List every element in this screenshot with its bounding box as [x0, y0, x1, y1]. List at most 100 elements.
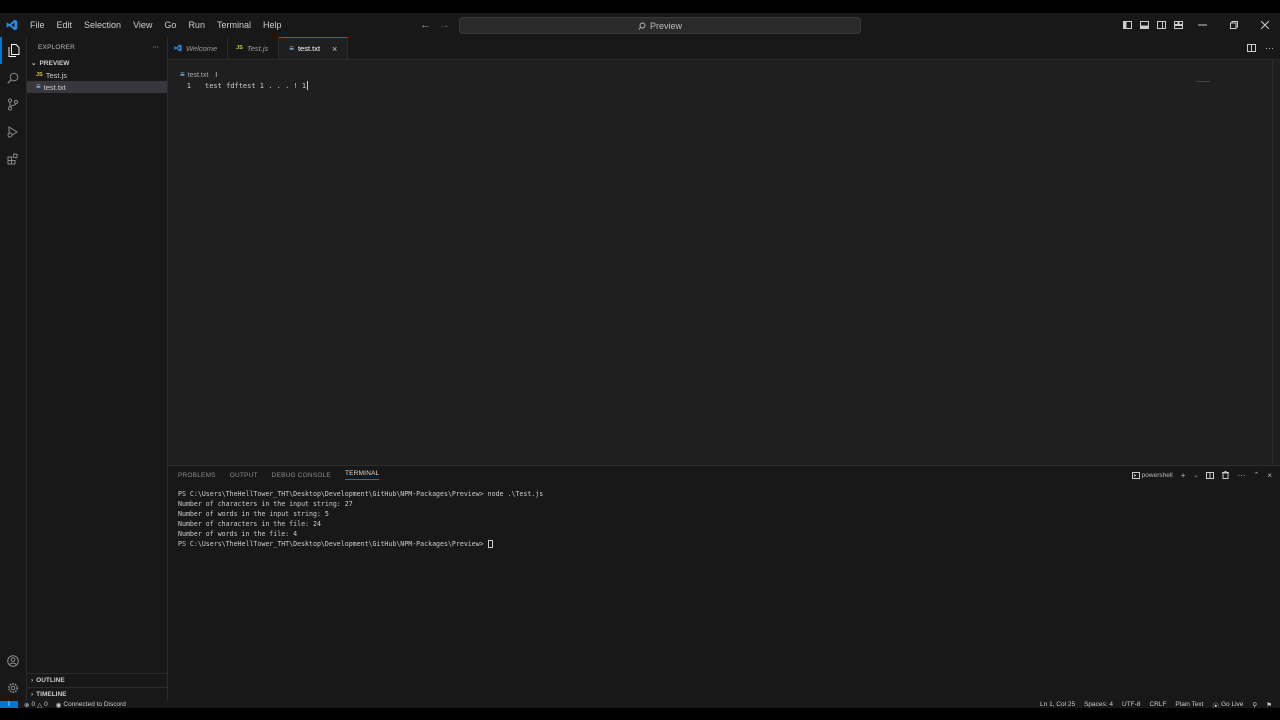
- search-icon[interactable]: [0, 64, 26, 91]
- add-terminal-icon[interactable]: +: [1181, 471, 1186, 480]
- settings-gear-icon[interactable]: [0, 674, 26, 701]
- terminal-line: PS C:\Users\TheHellTower_THT\Desktop\Dev…: [178, 490, 544, 498]
- menu-selection[interactable]: Selection: [78, 13, 127, 37]
- cursor-position[interactable]: Ln 1, Col 25: [1040, 701, 1075, 708]
- more-actions-icon[interactable]: ⋯: [1265, 43, 1274, 54]
- chevron-right-icon: ›: [31, 691, 34, 698]
- tab-terminal[interactable]: TERMINAL: [344, 470, 380, 480]
- line-number: 1: [186, 81, 191, 90]
- chevron-down-icon[interactable]: ⌄: [1193, 472, 1198, 479]
- back-arrow-icon[interactable]: ←: [420, 19, 431, 31]
- mouse-cursor-icon: I: [215, 71, 218, 79]
- tab-label: test.txt: [297, 44, 321, 53]
- indentation[interactable]: Spaces: 4: [1084, 701, 1113, 708]
- terminal-prompt-line: PS C:\Users\TheHellTower_THT\Desktop\Dev…: [178, 539, 543, 549]
- menu-terminal[interactable]: Terminal: [211, 13, 257, 37]
- command-center-label: Preview: [649, 20, 682, 31]
- line-ending[interactable]: CRLF: [1149, 701, 1166, 708]
- tab-label: Test.js: [246, 43, 269, 53]
- problems-status[interactable]: ⊗ 0 △ 0: [24, 701, 48, 709]
- close-window-icon[interactable]: [1249, 13, 1280, 37]
- error-count: 0: [31, 701, 36, 708]
- navigation-arrows: ← →: [420, 13, 450, 37]
- globe-icon: ◉: [55, 701, 62, 709]
- terminal-output[interactable]: PS C:\Users\TheHellTower_THT\Desktop\Dev…: [178, 489, 543, 549]
- source-control-icon[interactable]: [0, 91, 26, 118]
- file-test-js[interactable]: JS Test.js: [27, 69, 167, 81]
- chevron-down-icon: ⌄: [31, 60, 37, 67]
- breadcrumb-file: test.txt: [187, 71, 209, 79]
- warning-count: 0: [44, 701, 48, 708]
- remote-indicator-icon[interactable]: ⌇: [0, 701, 18, 708]
- discord-status[interactable]: ◉ Connected to Discord: [55, 701, 126, 709]
- editor-tabs: Welcome JS Test.js ≡ test.txt × ⋯: [168, 37, 1280, 60]
- tab-welcome[interactable]: Welcome: [168, 37, 229, 59]
- toggle-sidebar-icon[interactable]: [1119, 13, 1136, 37]
- tab-test-js[interactable]: JS Test.js: [228, 37, 280, 59]
- explorer-sidebar: EXPLORER ⋯ ⌄ PREVIEW JS Test.js ≡ test.t…: [27, 37, 168, 701]
- customize-layout-icon[interactable]: [1170, 13, 1187, 37]
- maximize-panel-icon[interactable]: ⌃: [1253, 471, 1259, 479]
- menu-edit[interactable]: Edit: [51, 13, 79, 37]
- terminal-profile[interactable]: powershell: [1131, 471, 1173, 479]
- close-panel-icon[interactable]: ×: [1267, 471, 1272, 480]
- tab-test-txt[interactable]: ≡ test.txt ×: [279, 37, 349, 59]
- encoding[interactable]: UTF-8: [1122, 701, 1140, 708]
- toggle-panel-icon[interactable]: [1136, 13, 1153, 37]
- toggle-secondary-sidebar-icon[interactable]: [1153, 13, 1170, 37]
- notifications-bell-icon[interactable]: ⚑: [1266, 701, 1272, 709]
- minimap[interactable]: [1196, 81, 1210, 82]
- close-icon[interactable]: ×: [332, 44, 337, 54]
- explorer-title: EXPLORER: [38, 43, 76, 51]
- menu-file[interactable]: File: [24, 13, 51, 37]
- more-actions-icon[interactable]: ⋯: [1237, 471, 1245, 480]
- menu-run[interactable]: Run: [182, 13, 211, 37]
- command-center[interactable]: Preview: [459, 17, 861, 34]
- status-left: ⊗ 0 △ 0 ◉ Connected to Discord: [18, 701, 126, 709]
- warning-icon: △: [37, 701, 43, 709]
- chevron-right-icon: ›: [31, 677, 34, 684]
- terminal-line: Number of words in the file: 4: [178, 530, 298, 538]
- terminal-cursor: [487, 540, 493, 548]
- outline-section[interactable]: › OUTLINE: [27, 673, 167, 687]
- menu-view[interactable]: View: [127, 13, 158, 37]
- tab-debug-console[interactable]: DEBUG CONSOLE: [272, 472, 331, 479]
- language-mode[interactable]: Plain Text: [1175, 701, 1203, 708]
- folder-preview[interactable]: ⌄ PREVIEW: [27, 57, 167, 69]
- status-bar: ⌇ ⊗ 0 △ 0 ◉ Connected to Discord Ln 1, C…: [0, 701, 1280, 708]
- timeline-title: TIMELINE: [36, 691, 67, 698]
- minimize-icon[interactable]: [1187, 13, 1218, 37]
- extensions-icon[interactable]: [0, 145, 26, 172]
- line-content: test fdftest 1 . . . ! 1: [205, 81, 307, 90]
- trash-icon[interactable]: [1222, 471, 1230, 479]
- restore-icon[interactable]: [1218, 13, 1249, 37]
- vscode-window: File Edit Selection View Go Run Terminal…: [0, 13, 1280, 708]
- error-icon: ⊗: [24, 701, 30, 709]
- tab-problems[interactable]: PROBLEMS: [178, 472, 216, 479]
- feedback-icon[interactable]: ⚲: [1252, 701, 1257, 709]
- forward-arrow-icon[interactable]: →: [439, 19, 450, 31]
- terminal-line: Number of characters in the input string…: [178, 500, 353, 508]
- more-actions-icon[interactable]: ⋯: [152, 43, 159, 51]
- go-live-button[interactable]: ⦿ Go Live: [1213, 700, 1244, 708]
- menu-go[interactable]: Go: [158, 13, 182, 37]
- javascript-file-icon: JS: [236, 45, 243, 51]
- go-live-label: Go Live: [1221, 701, 1244, 708]
- activity-bar-bottom: [0, 647, 26, 701]
- account-icon[interactable]: [0, 647, 26, 674]
- split-terminal-icon[interactable]: [1206, 471, 1215, 479]
- text-cursor: [307, 81, 309, 90]
- explorer-icon[interactable]: [0, 37, 26, 64]
- run-debug-icon[interactable]: [0, 118, 26, 145]
- editor-line[interactable]: 1 test fdftest 1 . . . ! 1: [168, 80, 309, 91]
- split-editor-icon[interactable]: [1247, 44, 1256, 52]
- bottom-panel: PROBLEMS OUTPUT DEBUG CONSOLE TERMINAL p…: [168, 465, 1280, 702]
- editor-scrollbar[interactable]: [1272, 59, 1280, 469]
- breadcrumb[interactable]: ≡ test.txt I: [180, 70, 217, 80]
- menu-help[interactable]: Help: [257, 13, 288, 37]
- folder-name: PREVIEW: [39, 59, 70, 67]
- text-file-icon: ≡: [180, 70, 185, 79]
- tab-output[interactable]: OUTPUT: [230, 472, 258, 479]
- file-test-txt[interactable]: ≡ test.txt: [27, 81, 167, 93]
- timeline-section[interactable]: › TIMELINE: [27, 687, 167, 701]
